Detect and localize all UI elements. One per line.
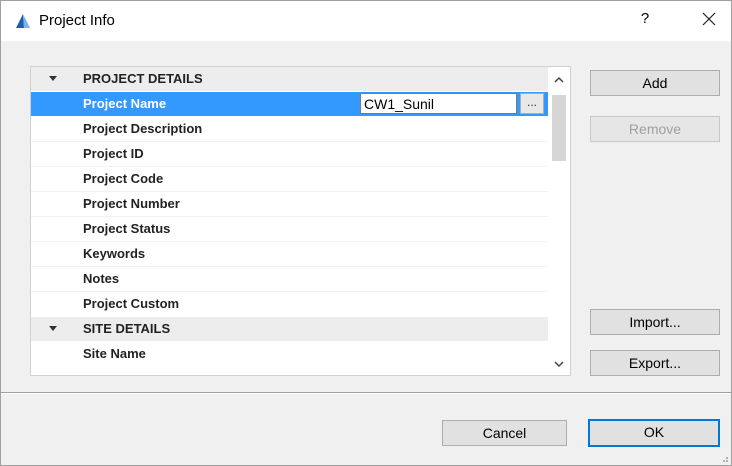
collapse-triangle-icon[interactable] <box>49 326 57 331</box>
project-name-value: CW1_Sunil <box>364 96 435 112</box>
list-item-project-code[interactable]: Project Code <box>31 167 548 191</box>
cancel-button[interactable]: Cancel <box>442 420 567 446</box>
item-label: Keywords <box>83 246 146 261</box>
info-list: PROJECT DETAILS Project Name CW1_Sunil .… <box>30 66 571 376</box>
item-label: Project Description <box>83 121 203 136</box>
help-button[interactable]: ? <box>635 10 655 27</box>
list-item-notes[interactable]: Notes <box>31 267 548 291</box>
import-button[interactable]: Import... <box>590 309 720 335</box>
window-title: Project Info <box>39 12 115 29</box>
item-label: Notes <box>83 271 120 286</box>
list-item-project-status[interactable]: Project Status <box>31 217 548 241</box>
resize-grip-icon[interactable] <box>719 453 729 463</box>
browse-button-label: ... <box>527 95 538 109</box>
remove-button[interactable]: Remove <box>590 116 720 142</box>
item-label: Project Status <box>83 221 171 236</box>
item-label: Project Number <box>83 196 180 211</box>
project-name-field[interactable]: CW1_Sunil <box>360 93 517 114</box>
item-label: Site Name <box>83 346 146 361</box>
scroll-thumb[interactable] <box>552 95 566 161</box>
section-header-site-details[interactable]: SITE DETAILS <box>31 317 548 341</box>
export-button[interactable]: Export... <box>590 350 720 376</box>
list-item-project-number[interactable]: Project Number <box>31 192 548 216</box>
section-header-project-details[interactable]: PROJECT DETAILS <box>31 67 548 91</box>
item-label: Project Code <box>83 171 164 186</box>
section-label: PROJECT DETAILS <box>83 71 203 86</box>
list-item-project-custom[interactable]: Project Custom <box>31 292 548 316</box>
browse-button[interactable]: ... <box>520 93 544 114</box>
footer-divider-highlight <box>1 393 731 394</box>
vertical-scrollbar[interactable] <box>548 67 570 375</box>
close-icon[interactable] <box>699 9 719 29</box>
list-item-project-description[interactable]: Project Description <box>31 117 548 141</box>
title-bar: Project Info ? <box>1 1 731 41</box>
list-item-project-id[interactable]: Project ID <box>31 142 548 166</box>
item-label: Project Custom <box>83 296 180 311</box>
section-label: SITE DETAILS <box>83 321 171 336</box>
scroll-up-icon[interactable] <box>548 69 570 91</box>
list-item-site-name[interactable]: Site Name <box>31 342 548 366</box>
add-button[interactable]: Add <box>590 70 720 96</box>
scroll-down-icon[interactable] <box>548 353 570 375</box>
ok-button[interactable]: OK <box>588 419 720 447</box>
list-item-keywords[interactable]: Keywords <box>31 242 548 266</box>
item-label: Project ID <box>83 146 144 161</box>
archicad-app-icon <box>16 14 30 28</box>
collapse-triangle-icon[interactable] <box>49 76 57 81</box>
list-item-project-name[interactable]: Project Name CW1_Sunil ... <box>31 92 548 116</box>
item-label: Project Name <box>83 96 167 111</box>
